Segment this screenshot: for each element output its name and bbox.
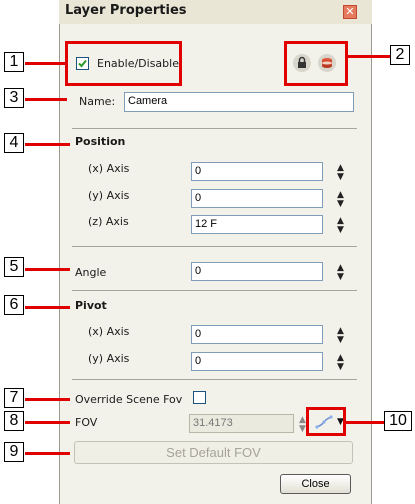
callout-leader-7 bbox=[25, 398, 70, 401]
pivot-y-spinner-icon[interactable]: ▲ ▼ bbox=[337, 354, 344, 372]
enable-highlight-box bbox=[65, 41, 182, 86]
name-label: Name: bbox=[79, 95, 116, 108]
pivot-y-field[interactable]: 0 bbox=[191, 352, 323, 371]
callout-4: 4 bbox=[4, 133, 24, 153]
callout-leader-9 bbox=[25, 452, 70, 455]
position-x-label: (x) Axis bbox=[88, 162, 130, 175]
callout-5: 5 bbox=[4, 257, 24, 277]
position-x-spinner-icon[interactable]: ▲ ▼ bbox=[337, 164, 344, 182]
callout-7: 7 bbox=[4, 388, 24, 408]
position-z-field[interactable]: 12 F bbox=[191, 215, 323, 234]
override-fov-checkbox[interactable] bbox=[193, 391, 206, 404]
position-z-spinner-icon[interactable]: ▲ ▼ bbox=[337, 217, 344, 235]
fov-spinner-icon[interactable]: ▲ ▼ bbox=[299, 416, 306, 434]
callout-leader-10 bbox=[346, 421, 384, 424]
callout-6: 6 bbox=[4, 295, 24, 315]
callout-leader-1 bbox=[25, 62, 65, 65]
callout-10: 10 bbox=[384, 411, 412, 431]
callout-leader-8 bbox=[25, 421, 70, 424]
separator bbox=[72, 290, 357, 291]
dialog-title: Layer Properties bbox=[65, 3, 187, 18]
callout-3: 3 bbox=[4, 88, 24, 108]
function-highlight-box bbox=[306, 407, 346, 436]
callout-leader-3 bbox=[25, 98, 67, 101]
pivot-x-field[interactable]: 0 bbox=[191, 325, 323, 344]
callout-8: 8 bbox=[4, 411, 24, 431]
callout-leader-5 bbox=[25, 268, 70, 271]
position-z-label: (z) Axis bbox=[88, 215, 129, 228]
name-field[interactable]: Camera bbox=[124, 92, 354, 112]
position-y-label: (y) Axis bbox=[88, 189, 130, 202]
angle-field[interactable]: 0 bbox=[191, 262, 323, 281]
pivot-x-label: (x) Axis bbox=[88, 325, 130, 338]
close-window-icon[interactable]: ✕ bbox=[343, 5, 357, 19]
position-y-field[interactable]: 0 bbox=[191, 189, 323, 208]
angle-label: Angle bbox=[75, 266, 107, 279]
position-x-field[interactable]: 0 bbox=[191, 162, 323, 181]
fov-label: FOV bbox=[75, 416, 98, 429]
separator bbox=[72, 246, 357, 247]
fov-field[interactable]: 31.4173 bbox=[189, 414, 294, 433]
callout-9: 9 bbox=[4, 442, 24, 462]
pivot-x-spinner-icon[interactable]: ▲ ▼ bbox=[337, 327, 344, 345]
position-heading: Position bbox=[75, 135, 126, 148]
separator bbox=[72, 379, 357, 380]
set-default-fov-button[interactable]: Set Default FOV bbox=[74, 441, 353, 464]
callout-leader-6 bbox=[25, 306, 70, 309]
callout-leader-4 bbox=[25, 143, 70, 146]
lock-highlight-box bbox=[284, 41, 348, 86]
close-button[interactable]: Close bbox=[280, 474, 351, 494]
pivot-y-label: (y) Axis bbox=[88, 352, 130, 365]
callout-2: 2 bbox=[390, 45, 410, 65]
separator bbox=[72, 128, 357, 129]
override-fov-label: Override Scene Fov bbox=[75, 393, 183, 406]
callout-leader-2 bbox=[348, 55, 390, 58]
angle-spinner-icon[interactable]: ▲ ▼ bbox=[337, 264, 344, 282]
callout-1: 1 bbox=[4, 52, 24, 72]
position-y-spinner-icon[interactable]: ▲ ▼ bbox=[337, 191, 344, 209]
pivot-heading: Pivot bbox=[75, 299, 107, 312]
